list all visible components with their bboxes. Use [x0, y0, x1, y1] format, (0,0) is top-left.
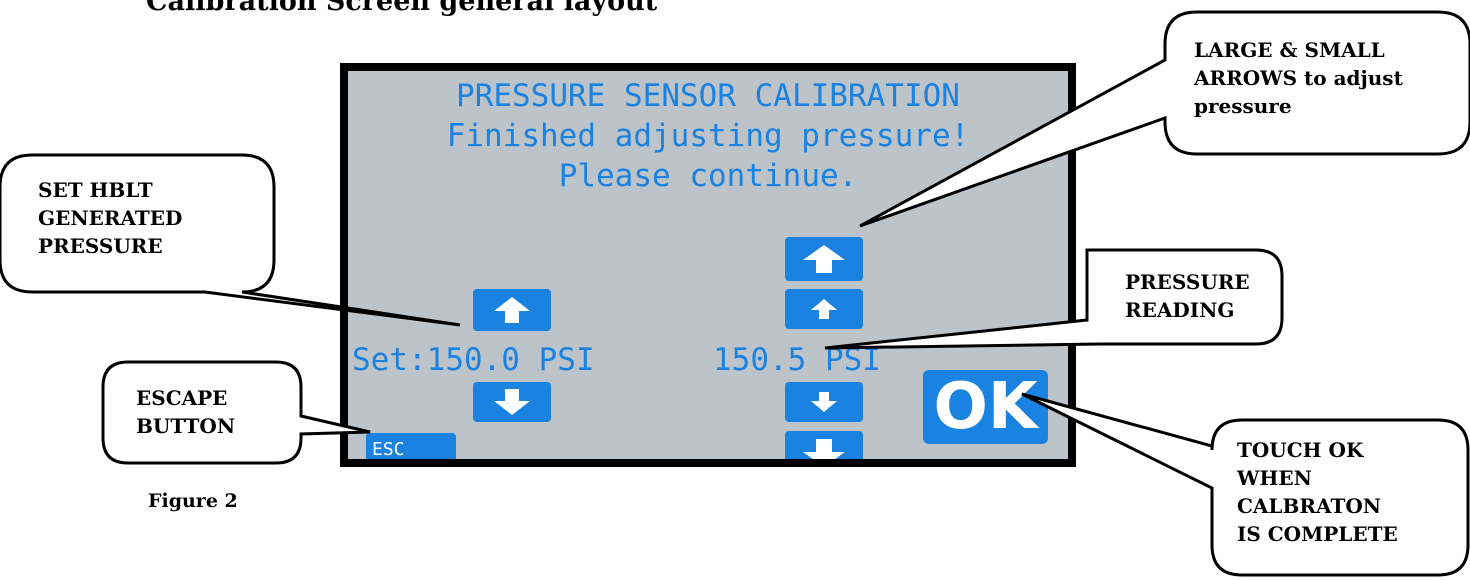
callout-line: LARGE & SMALL [1194, 38, 1385, 62]
callout-line: TOUCH OK [1237, 438, 1364, 462]
callout-line: IS COMPLETE [1237, 522, 1398, 546]
callout-arrows-text: LARGE & SMALL ARROWS to adjust pressure [1194, 36, 1403, 120]
callout-line: SET HBLT [38, 178, 153, 202]
callout-line: GENERATED [38, 206, 183, 230]
callout-ok-text: TOUCH OK WHEN CALBRATON IS COMPLETE [1237, 436, 1398, 548]
callout-line: PRESSURE [1125, 270, 1250, 294]
callout-escape-text: ESCAPE BUTTON [136, 384, 235, 440]
callout-line: CALBRATON [1237, 494, 1382, 518]
callout-line: pressure [1194, 94, 1292, 118]
callout-pressure-reading-text: PRESSURE READING [1125, 268, 1250, 324]
callout-line: ARROWS to adjust [1194, 66, 1403, 90]
callout-line: WHEN [1237, 466, 1312, 490]
callout-line: PRESSURE [38, 234, 163, 258]
callout-set-pressure-text: SET HBLT GENERATED PRESSURE [38, 176, 182, 260]
callout-line: READING [1125, 298, 1235, 322]
callout-line: BUTTON [136, 414, 236, 438]
callout-line: ESCAPE [136, 386, 228, 410]
